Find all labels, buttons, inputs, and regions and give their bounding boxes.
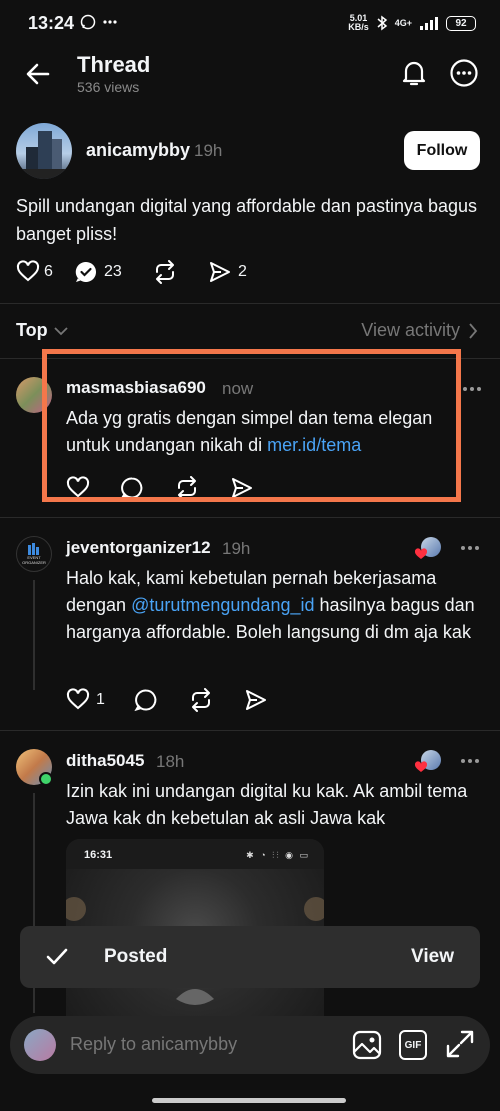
- reply-text: Izin kak ini undangan digital ku kak. Ak…: [66, 781, 468, 828]
- notifications-button[interactable]: [399, 58, 429, 88]
- view-count: 536 views: [77, 79, 140, 95]
- thread-line: [33, 580, 35, 690]
- divider: [0, 303, 500, 304]
- more-options-button[interactable]: [460, 545, 480, 551]
- signal-icon: [420, 17, 438, 30]
- mention-link[interactable]: @turutmengundang_id: [131, 595, 314, 615]
- page-title: Thread: [77, 52, 151, 77]
- expand-icon: [446, 1030, 474, 1058]
- battery-icon: 92: [446, 15, 476, 31]
- toast-message: Posted: [104, 946, 168, 967]
- status-bar: 13:24 5.01 KB/s 4G+ 92: [0, 0, 500, 46]
- reply-author[interactable]: ditha5045: [66, 751, 144, 771]
- whatsapp-icon: [80, 14, 96, 30]
- network-speed: 5.01 KB/s: [348, 13, 369, 32]
- repost-icon: [156, 260, 174, 284]
- heart-icon: [16, 260, 40, 282]
- thread-header: Thread 536 views: [0, 46, 500, 106]
- avatar[interactable]: EVENT ORGANIZER: [16, 536, 52, 572]
- reply-count: 23: [104, 263, 122, 280]
- more-horizontal-icon: [463, 387, 481, 391]
- share-button[interactable]: 2: [208, 260, 247, 284]
- post-actions: 6 23 2: [16, 260, 247, 284]
- heart-filled-icon: [415, 761, 427, 772]
- home-indicator[interactable]: [152, 1098, 346, 1103]
- more-circle-icon: [450, 59, 478, 87]
- bell-icon: [402, 61, 426, 86]
- reply-input[interactable]: Reply to anicamybby: [70, 1034, 237, 1055]
- sort-dropdown[interactable]: Top: [16, 320, 68, 341]
- heart-filled-icon: [415, 548, 427, 559]
- back-button[interactable]: [24, 60, 52, 88]
- repost-button[interactable]: [152, 260, 208, 284]
- gif-icon: GIF: [399, 1030, 427, 1060]
- heart-icon: [66, 688, 90, 710]
- avatar[interactable]: [16, 123, 72, 179]
- check-icon: [46, 948, 68, 965]
- highlight-box: [42, 349, 461, 502]
- more-horizontal-icon: [461, 759, 479, 763]
- expand-button[interactable]: [446, 1030, 474, 1058]
- posted-toast: Posted View: [20, 926, 480, 988]
- reply-actions: 1: [66, 688, 268, 712]
- chevron-right-icon: [469, 322, 478, 339]
- reply-button[interactable]: 23: [74, 260, 152, 284]
- follow-button[interactable]: Follow: [404, 131, 480, 170]
- reply-time: 18h: [156, 752, 185, 771]
- post-text: Spill undangan digital yang affordable d…: [16, 196, 478, 244]
- like-count: 6: [44, 263, 53, 280]
- divider: [0, 730, 500, 731]
- more-options-button[interactable]: [460, 758, 480, 764]
- comment-icon[interactable]: [134, 688, 158, 712]
- send-icon: [210, 262, 230, 282]
- toast-view-button[interactable]: View: [411, 946, 454, 968]
- divider: [0, 517, 500, 518]
- image-icon: [352, 1030, 382, 1060]
- reply-author[interactable]: jeventorganizer12: [66, 538, 211, 558]
- network-type: 4G+: [394, 18, 412, 28]
- view-activity-link[interactable]: View activity: [361, 320, 478, 341]
- avatar: [24, 1029, 56, 1061]
- chevron-down-icon: [54, 326, 68, 335]
- share-count: 2: [238, 263, 247, 280]
- replied-check-icon: [75, 261, 96, 282]
- reply-composer[interactable]: Reply to anicamybby GIF: [10, 1016, 490, 1074]
- more-notifications-icon: [103, 20, 117, 24]
- post-time: 19h: [194, 141, 223, 160]
- more-options-button[interactable]: [450, 59, 478, 87]
- more-horizontal-icon: [461, 546, 479, 550]
- like-count: 1: [96, 691, 105, 708]
- arrow-left-icon: [26, 63, 50, 85]
- repost-icon[interactable]: [188, 688, 214, 712]
- online-indicator: [39, 772, 53, 786]
- reply-time: 19h: [222, 539, 251, 558]
- image-picker-button[interactable]: [352, 1030, 382, 1060]
- like-button[interactable]: 1: [66, 688, 134, 712]
- post-author[interactable]: anicamybby: [86, 140, 190, 161]
- gif-button[interactable]: GIF: [399, 1030, 427, 1060]
- send-icon[interactable]: [244, 688, 268, 712]
- reply-text: Halo kak, kami kebetulan pernah bekerjas…: [66, 568, 475, 642]
- more-options-button[interactable]: [462, 386, 482, 392]
- status-time: 13:24: [28, 13, 75, 33]
- image-status-time: 16:31: [84, 849, 113, 861]
- bluetooth-icon: [377, 15, 387, 31]
